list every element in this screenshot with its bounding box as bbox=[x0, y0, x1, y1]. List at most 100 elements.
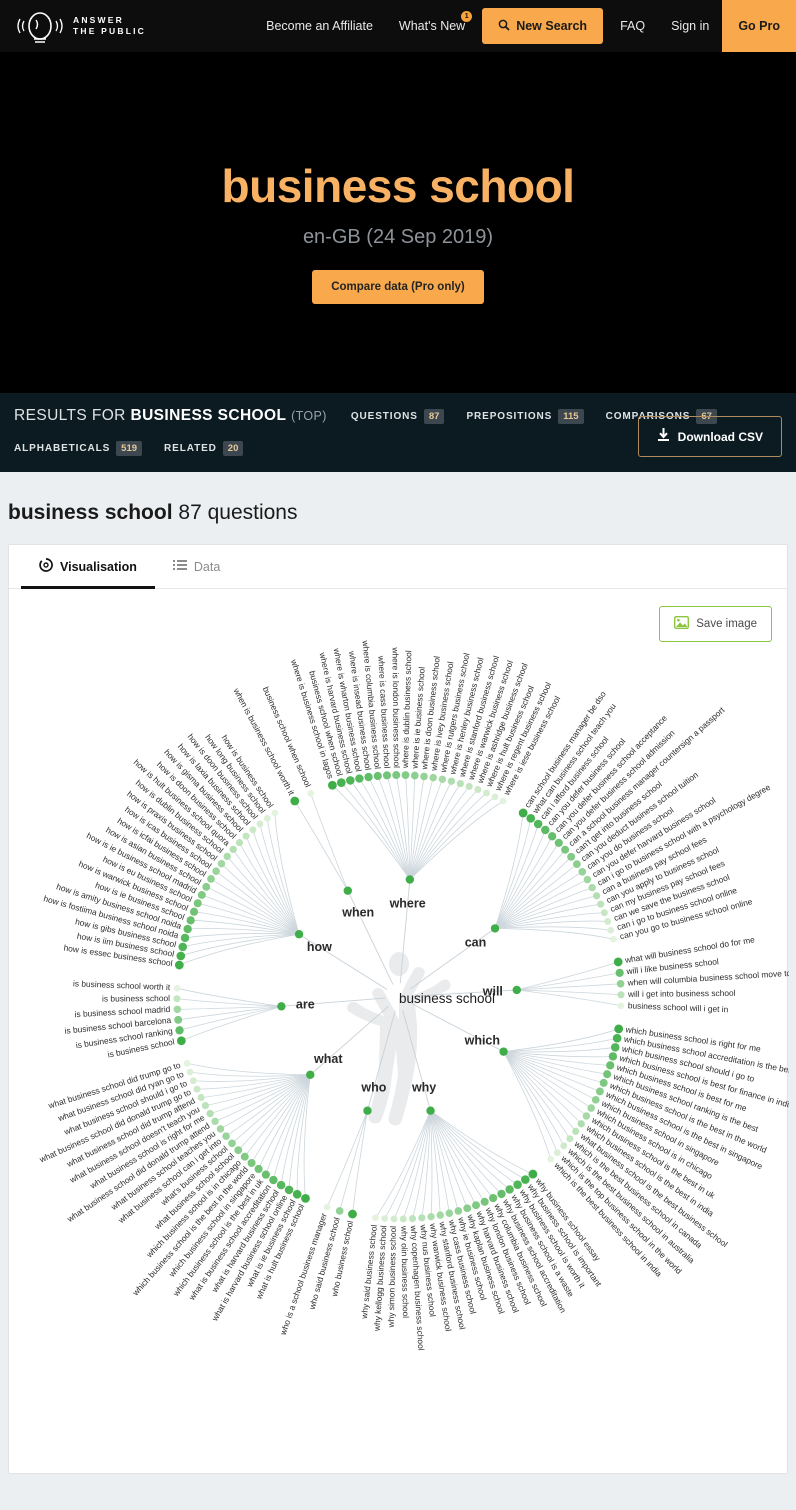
wheel-question-dot[interactable] bbox=[560, 1142, 568, 1150]
wheel-question-label[interactable]: is business school worth it bbox=[73, 978, 171, 992]
wheel-question-dot[interactable] bbox=[401, 771, 410, 780]
wheel-question-dot[interactable] bbox=[463, 1204, 472, 1213]
wheel-question-dot[interactable] bbox=[186, 916, 195, 925]
wheel-question-dot[interactable] bbox=[193, 899, 202, 908]
nav-whats-new[interactable]: What's New 1 bbox=[386, 11, 478, 33]
wheel-hub-dot[interactable] bbox=[294, 930, 304, 939]
wheel-question-dot[interactable] bbox=[290, 796, 300, 806]
wheel-question-dot[interactable] bbox=[456, 780, 464, 788]
wheel-question-dot[interactable] bbox=[607, 926, 615, 934]
wheel-question-dot[interactable] bbox=[474, 786, 482, 793]
wheel-question-dot[interactable] bbox=[249, 826, 257, 834]
wheel-question-dot[interactable] bbox=[612, 1033, 622, 1043]
wheel-question-dot[interactable] bbox=[183, 924, 192, 934]
wheel-question-dot[interactable] bbox=[307, 790, 314, 797]
wheel-question-dot[interactable] bbox=[572, 860, 581, 869]
wheel-question-dot[interactable] bbox=[254, 1164, 263, 1174]
wheel-question-dot[interactable] bbox=[174, 1015, 183, 1024]
wheel-question-dot[interactable] bbox=[561, 845, 570, 854]
wheel-question-dot[interactable] bbox=[256, 820, 264, 828]
wheel-question-dot[interactable] bbox=[235, 839, 244, 847]
wheel-question-dot[interactable] bbox=[617, 1002, 625, 1010]
wheel-question-dot[interactable] bbox=[499, 797, 507, 805]
wheel-hub-dot[interactable] bbox=[306, 1070, 315, 1079]
wheel-question-dot[interactable] bbox=[616, 979, 625, 988]
wheel-question-dot[interactable] bbox=[373, 771, 382, 781]
wheel-hub-dot[interactable] bbox=[512, 985, 521, 995]
wheel-hub-label-when[interactable]: when bbox=[341, 905, 374, 919]
wheel-question-dot[interactable] bbox=[189, 907, 199, 916]
wheel-question-dot[interactable] bbox=[381, 1215, 389, 1222]
wheel-question-dot[interactable] bbox=[614, 1024, 624, 1034]
wheel-question-dot[interactable] bbox=[447, 777, 456, 785]
wheel-question-dot[interactable] bbox=[526, 813, 536, 823]
wheel-hub-label-what[interactable]: what bbox=[313, 1052, 343, 1066]
wheel-question-dot[interactable] bbox=[597, 900, 605, 908]
chip-prepositions[interactable]: PREPOSITIONS 115 bbox=[466, 408, 584, 424]
wheel-question-dot[interactable] bbox=[390, 1215, 398, 1223]
wheel-question-dot[interactable] bbox=[335, 1207, 344, 1215]
wheel-question-dot[interactable] bbox=[222, 1132, 230, 1141]
download-csv-button[interactable]: Download CSV bbox=[637, 416, 782, 457]
wheel-question-dot[interactable] bbox=[173, 995, 181, 1003]
wheel-hub-dot[interactable] bbox=[490, 924, 500, 933]
wheel-question-dot[interactable] bbox=[276, 1180, 286, 1190]
wheel-question-dot[interactable] bbox=[592, 892, 601, 900]
wheel-question-dot[interactable] bbox=[178, 942, 188, 952]
wheel-question-dot[interactable] bbox=[591, 1095, 600, 1104]
wheel-question-dot[interactable] bbox=[263, 814, 271, 822]
chip-related[interactable]: RELATED 20 bbox=[164, 441, 244, 456]
wheel-question-dot[interactable] bbox=[223, 852, 231, 861]
wheel-question-dot[interactable] bbox=[483, 789, 490, 797]
wheel-question-dot[interactable] bbox=[600, 909, 608, 917]
new-search-button[interactable]: New Search bbox=[482, 8, 604, 44]
wheel-question-dot[interactable] bbox=[364, 772, 373, 782]
wheel-question-dot[interactable] bbox=[409, 1215, 417, 1223]
wheel-question-dot[interactable] bbox=[212, 867, 220, 875]
wheel-question-dot[interactable] bbox=[465, 782, 473, 790]
wheel-question-dot[interactable] bbox=[567, 852, 576, 861]
wheel-question-dot[interactable] bbox=[436, 1211, 444, 1219]
wheel-question-dot[interactable] bbox=[438, 775, 447, 783]
wheel-question-dot[interactable] bbox=[193, 1085, 201, 1093]
wheel-question-dot[interactable] bbox=[216, 1125, 225, 1133]
wheel-question-label[interactable]: why olin business school bbox=[399, 1225, 411, 1318]
wheel-question-dot[interactable] bbox=[505, 1185, 514, 1194]
wheel-question-dot[interactable] bbox=[207, 875, 215, 883]
wheel-question-dot[interactable] bbox=[603, 1070, 612, 1079]
wheel-question-dot[interactable] bbox=[211, 1117, 219, 1126]
wheel-question-dot[interactable] bbox=[201, 1102, 209, 1110]
wheel-question-dot[interactable] bbox=[183, 1059, 191, 1067]
wheel-question-dot[interactable] bbox=[175, 1026, 184, 1035]
wheel-question-dot[interactable] bbox=[174, 960, 184, 970]
wheel-question-dot[interactable] bbox=[399, 1215, 407, 1223]
wheel-question-dot[interactable] bbox=[186, 1068, 194, 1076]
wheel-question-dot[interactable] bbox=[292, 1189, 302, 1199]
wheel-question-dot[interactable] bbox=[491, 793, 499, 801]
wheel-question-dot[interactable] bbox=[234, 1146, 243, 1155]
wheel-question-label[interactable]: is business school bbox=[102, 993, 170, 1004]
wheel-question-dot[interactable] bbox=[445, 1209, 454, 1218]
wheel-question-dot[interactable] bbox=[521, 1175, 530, 1184]
site-logo[interactable]: ANSWER THE PUBLIC bbox=[14, 9, 146, 43]
wheel-question-dot[interactable] bbox=[240, 1152, 249, 1161]
wheel-question-dot[interactable] bbox=[497, 1189, 506, 1199]
wheel-question-dot[interactable] bbox=[588, 883, 596, 892]
nav-become-affiliate[interactable]: Become an Affiliate bbox=[253, 19, 386, 33]
wheel-question-dot[interactable] bbox=[269, 1175, 278, 1185]
wheel-question-dot[interactable] bbox=[197, 891, 206, 899]
wheel-hub-dot[interactable] bbox=[499, 1047, 508, 1056]
wheel-hub-label-where[interactable]: where bbox=[389, 896, 426, 910]
wheel-question-dot[interactable] bbox=[206, 1109, 214, 1118]
go-pro-button[interactable]: Go Pro bbox=[722, 0, 796, 52]
wheel-hub-label-can[interactable]: can bbox=[465, 935, 487, 949]
wheel-question-dot[interactable] bbox=[392, 771, 401, 780]
wheel-question-dot[interactable] bbox=[617, 991, 625, 999]
wheel-hub-label-how[interactable]: how bbox=[307, 940, 332, 954]
wheel-question-dot[interactable] bbox=[489, 1193, 498, 1203]
wheel-question-dot[interactable] bbox=[606, 1061, 615, 1070]
wheel-question-dot[interactable] bbox=[202, 882, 211, 891]
wheel-question-dot[interactable] bbox=[217, 859, 226, 868]
wheel-hub-label-are[interactable]: are bbox=[296, 997, 315, 1011]
tab-data[interactable]: Data bbox=[155, 545, 238, 588]
